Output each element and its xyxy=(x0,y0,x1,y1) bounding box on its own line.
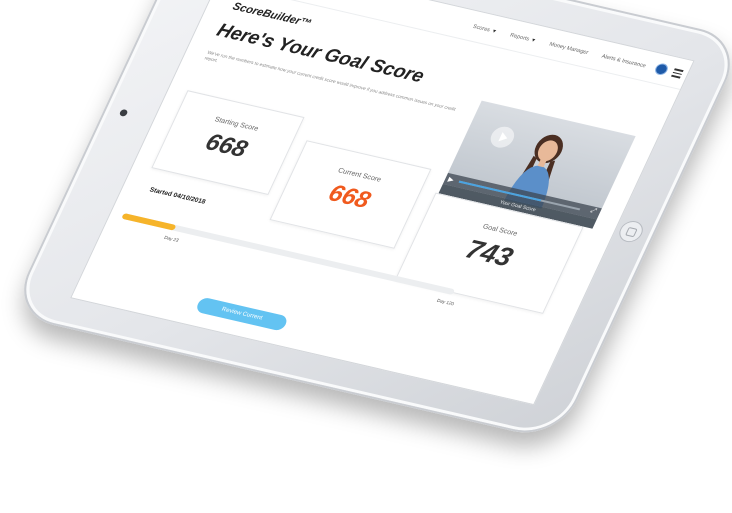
chevron-down-icon: ▼ xyxy=(490,28,498,35)
nav-item-alerts-insurance[interactable]: Alerts & Insurance xyxy=(600,54,646,70)
nav-item-label: Reports xyxy=(508,32,531,43)
day-end-label: Day 120 xyxy=(436,297,455,307)
nav-item-label: Scores xyxy=(471,23,491,34)
day-start-label: Day 23 xyxy=(163,234,180,243)
nav-item-reports[interactable]: Reports▼ xyxy=(509,33,537,44)
review-current-button[interactable]: Review Current xyxy=(194,296,290,332)
nav-menu: Scores▼ Reports▼ Money Manager Alerts & … xyxy=(472,24,647,69)
nav-item-label: Alerts & Insurance xyxy=(600,53,647,70)
user-avatar-icon[interactable] xyxy=(653,62,670,77)
tablet-device: smartcredit® Scores▼ Reports▼ Money Mana… xyxy=(8,0,732,442)
current-score-value: 668 xyxy=(324,179,375,214)
started-date: Started 04/10/2018 xyxy=(148,186,207,206)
nav-item-money-manager[interactable]: Money Manager xyxy=(548,42,589,57)
current-score-card: Current Score 668 xyxy=(269,140,432,249)
starting-score-card: Starting Score 668 xyxy=(151,90,305,195)
camera-icon xyxy=(118,108,129,117)
nav-item-scores[interactable]: Scores▼ xyxy=(472,24,498,35)
nav-item-label: Money Manager xyxy=(547,41,590,57)
hamburger-menu-icon[interactable] xyxy=(670,68,684,80)
progress-fill xyxy=(121,212,177,231)
home-button[interactable] xyxy=(615,218,647,245)
play-icon[interactable]: ▶ xyxy=(447,175,456,184)
app-screen: smartcredit® Scores▼ Reports▼ Money Mana… xyxy=(70,0,695,406)
play-icon[interactable] xyxy=(486,124,518,150)
chevron-down-icon: ▼ xyxy=(529,37,537,44)
fullscreen-icon[interactable]: ⤢ xyxy=(589,207,597,216)
